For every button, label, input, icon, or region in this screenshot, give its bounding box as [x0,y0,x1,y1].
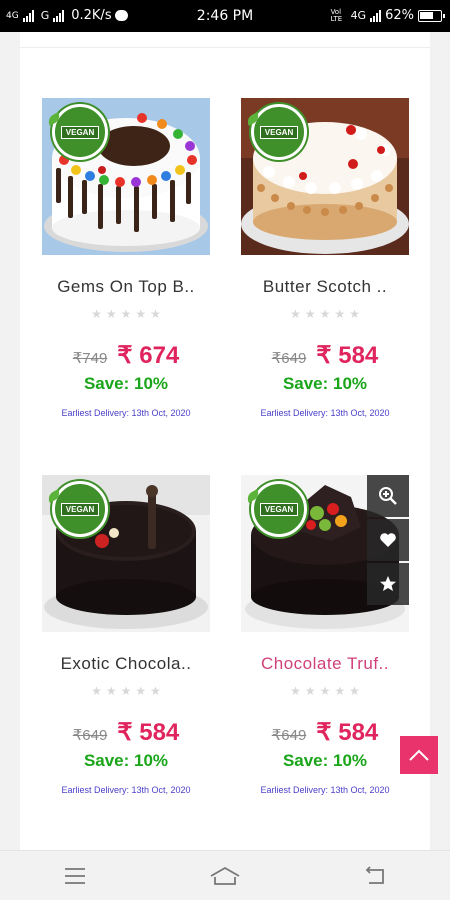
product-name[interactable]: Exotic Chocola.. [42,654,210,674]
scroll-top-button[interactable] [400,736,438,774]
product-image[interactable]: VEGAN [42,475,210,632]
product-image[interactable]: VEGAN [42,98,210,255]
volte-indicator: Vol LTE [330,7,343,23]
rating-stars: ★ ★ ★ ★ ★ [290,307,360,321]
status-bar: 4G G 0.2K/s 2:46 PM Vol LTE 4G 62% [0,0,450,32]
product-name[interactable]: Gems On Top B.. [42,277,210,297]
product-card[interactable]: VEGAN Chocolate Truf.. ★ ★ ★ ★ ★ ₹649 ₹ 584 … [241,475,409,795]
product-card[interactable]: VEGAN Butter Scotch .. ★ ★ ★ ★ ★ ₹649 ₹ 584 … [241,98,409,418]
product-image[interactable]: VEGAN [241,475,409,632]
chevron-up-icon [409,749,429,761]
system-nav-bar [0,850,450,900]
rating-stars: ★ ★ ★ ★ ★ [290,684,360,698]
sale-price: ₹ 584 [117,719,180,746]
delivery-date: Earliest Delivery: 13th Oct, 2020 [260,408,390,418]
signal-icon [370,9,382,22]
product-name[interactable]: Butter Scotch .. [241,277,409,297]
delivery-date: Earliest Delivery: 13th Oct, 2020 [260,785,390,795]
original-price: ₹749 [72,350,108,367]
product-card[interactable]: VEGAN Gems On Top B.. ★ ★ ★ ★ ★ ₹749 ₹ 674 S… [42,98,210,418]
vegan-badge: VEGAN [45,104,108,160]
delivery-date: Earliest Delivery: 13th Oct, 2020 [61,785,191,795]
sale-price: ₹ 674 [117,342,180,369]
sale-price: ₹ 584 [316,342,379,369]
sale-price: ₹ 584 [316,719,379,746]
menu-icon[interactable] [55,861,95,891]
savings-label: Save: 10% [83,374,169,393]
savings-label: Save: 10% [282,751,368,770]
back-icon[interactable] [355,861,395,891]
original-price: ₹649 [72,727,108,744]
product-image[interactable]: VEGAN [241,98,409,255]
vegan-badge: VEGAN [45,481,108,537]
network-type-3: 4G [350,9,367,22]
product-card[interactable]: VEGAN Exotic Chocola.. ★ ★ ★ ★ ★ ₹649 ₹ 584 … [42,475,210,795]
savings-label: Save: 10% [282,374,368,393]
vegan-badge: VEGAN [244,481,307,537]
rating-stars: ★ ★ ★ ★ ★ [91,307,161,321]
delivery-date: Earliest Delivery: 13th Oct, 2020 [61,408,191,418]
rating-stars: ★ ★ ★ ★ ★ [91,684,161,698]
savings-label: Save: 10% [83,751,169,770]
zoom-in-icon[interactable] [367,475,409,517]
original-price: ₹649 [271,727,307,744]
star-icon[interactable] [367,563,409,605]
vegan-badge: VEGAN [244,104,307,160]
product-name[interactable]: Chocolate Truf.. [241,654,409,674]
battery-percent: 62% [385,8,414,23]
card-divider [20,32,430,48]
battery-icon [418,9,445,22]
heart-icon[interactable] [367,519,409,561]
original-price: ₹649 [271,350,307,367]
quick-actions [367,475,409,607]
home-icon[interactable] [205,861,245,891]
